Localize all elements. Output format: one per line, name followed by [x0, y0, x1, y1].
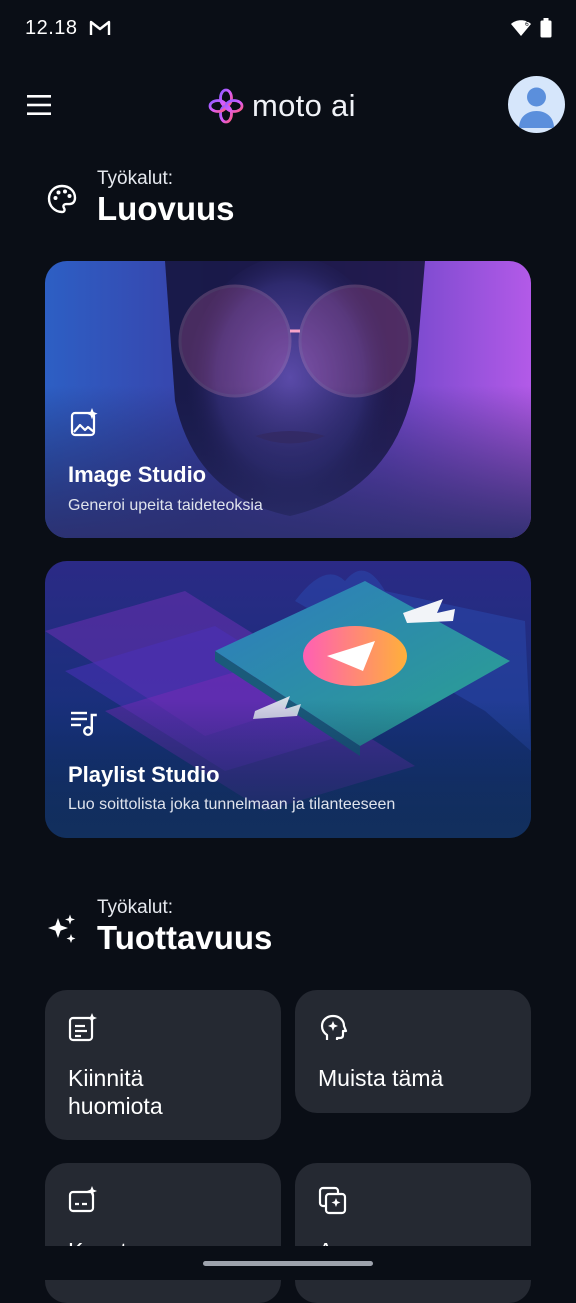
productivity-title: Tuottavuus	[97, 919, 273, 956]
gesture-nav-handle[interactable]	[203, 1261, 373, 1266]
image-sparkle-icon	[70, 408, 98, 437]
palette-icon	[47, 184, 77, 214]
productivity-kicker: Työkalut:	[97, 897, 174, 918]
battery-icon	[540, 18, 552, 38]
copy-tool-card[interactable]: A...	[295, 1163, 531, 1303]
productivity-section-header: Työkalut: Tuottavuus	[45, 897, 345, 967]
creativity-section-header: Työkalut: Luovuus	[45, 168, 345, 238]
pay-attention-card[interactable]: Kiinnitä huomiota	[45, 990, 281, 1140]
copy-sparkle-icon	[318, 1186, 347, 1215]
remember-this-label: Muista tämä	[318, 1065, 444, 1091]
head-sparkle-icon	[320, 1014, 348, 1040]
status-bar: 12.18 6	[0, 0, 576, 58]
hamburger-menu-icon[interactable]	[25, 92, 55, 118]
wifi-badge: 6	[525, 21, 529, 28]
pay-attention-line1: Kiinnitä	[68, 1065, 144, 1091]
summary-card[interactable]: Kooste...	[45, 1163, 281, 1303]
playlist-icon	[71, 711, 97, 737]
pay-attention-label: Kiinnitä huomiota	[68, 1064, 163, 1120]
gmail-icon	[89, 20, 111, 35]
status-time: 12.18	[25, 17, 78, 39]
pay-attention-line2: huomiota	[68, 1093, 163, 1119]
message-sparkle-icon	[68, 1186, 97, 1213]
note-sparkle-icon	[68, 1013, 97, 1042]
logo-text: moto ai	[252, 88, 356, 123]
wifi-icon: 6	[511, 20, 531, 36]
app-header: moto ai	[0, 70, 576, 140]
moto-ai-logo-icon	[208, 88, 244, 124]
sparkles-icon	[48, 914, 76, 943]
image-studio-card[interactable]: Image Studio Generoi upeita taideteoksia	[45, 261, 531, 538]
moto-ai-logo: moto ai	[208, 84, 356, 128]
image-studio-title: Image Studio	[68, 462, 207, 487]
creativity-kicker: Työkalut:	[97, 168, 174, 189]
user-avatar-icon	[519, 87, 554, 128]
image-studio-subtitle: Generoi upeita taideteoksia	[68, 497, 263, 514]
creativity-title: Luovuus	[97, 190, 235, 227]
playlist-studio-card[interactable]: Playlist Studio Luo soittolista joka tun…	[45, 561, 531, 838]
remember-this-card[interactable]: Muista tämä	[295, 990, 531, 1113]
playlist-studio-title: Playlist Studio	[68, 762, 220, 787]
user-avatar[interactable]	[508, 76, 565, 133]
playlist-studio-subtitle: Luo soittolista joka tunnelmaan ja tilan…	[68, 796, 396, 813]
